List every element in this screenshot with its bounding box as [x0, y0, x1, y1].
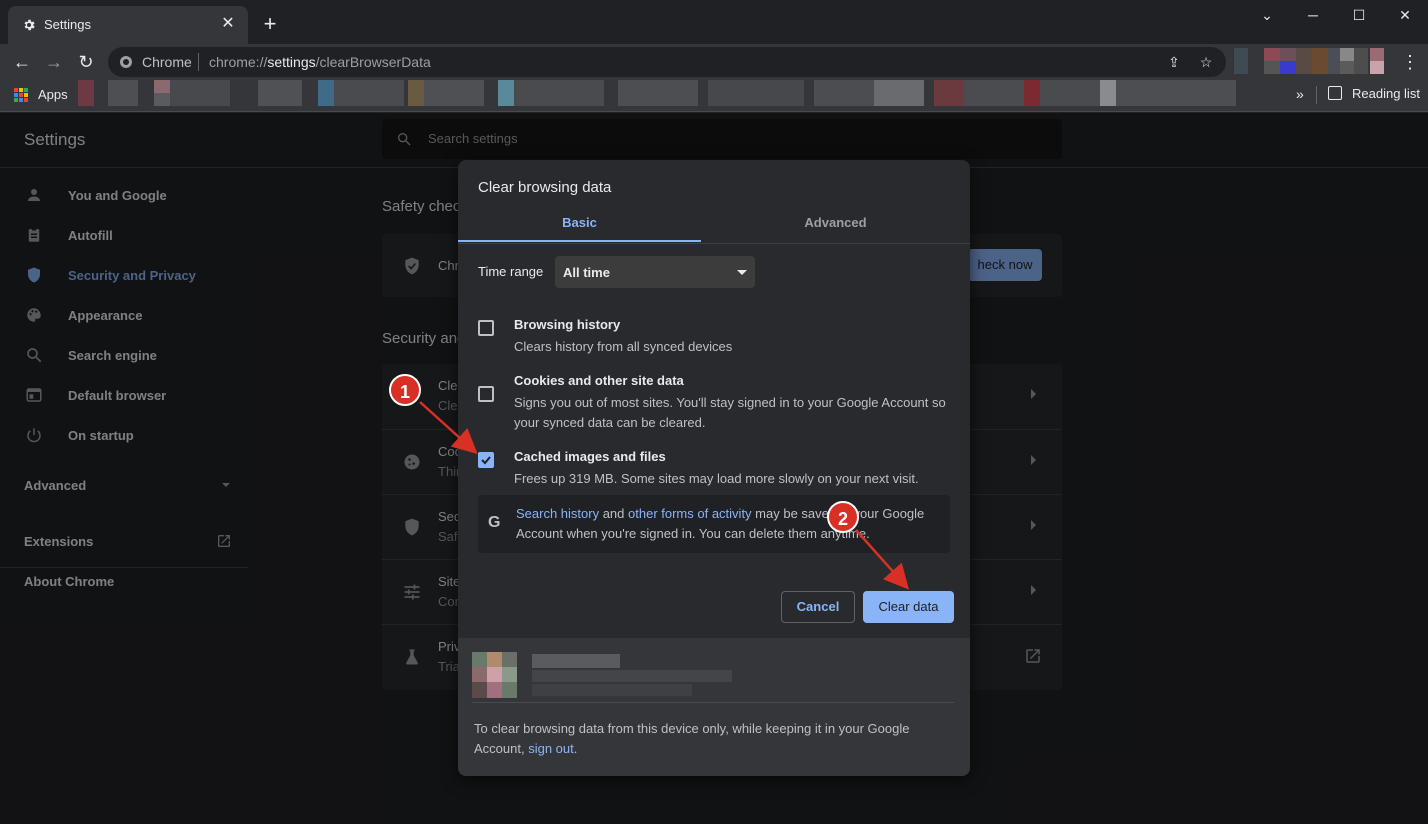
close-window-button[interactable]: ✕ — [1382, 0, 1428, 32]
bookmarks-bar: Apps » Reading list — [0, 80, 1428, 112]
gear-icon — [22, 18, 36, 32]
time-range-label: Time range — [478, 264, 543, 279]
search-history-link[interactable]: Search history — [516, 506, 599, 521]
option-cookies[interactable]: Cookies and other site data Signs you ou… — [478, 373, 958, 437]
menu-kebab-icon[interactable]: ⋮ — [1398, 48, 1422, 76]
tab-settings[interactable]: Settings ✕ — [8, 6, 248, 44]
tab-divider — [458, 243, 970, 244]
toolbar: ← → ↻ Chrome chrome://settings/clearBrow… — [0, 44, 1428, 80]
cached-images-checkbox[interactable] — [478, 452, 494, 468]
extensions-blurred — [1234, 48, 1384, 74]
footer-note: To clear browsing data from this device … — [474, 719, 944, 759]
tab-title: Settings — [44, 17, 91, 32]
reload-button[interactable]: ↻ — [72, 48, 100, 76]
annotation-badge-1: 1 — [389, 374, 421, 406]
checkmark-icon — [480, 454, 492, 466]
url-text: chrome://settings/clearBrowserData — [209, 54, 431, 70]
cookies-checkbox[interactable] — [478, 386, 494, 402]
omnibox-separator — [198, 53, 199, 71]
apps-grid-icon — [14, 88, 28, 102]
forward-button[interactable]: → — [40, 48, 68, 76]
tab-close-icon[interactable]: ✕ — [218, 14, 238, 34]
account-divider — [472, 702, 954, 703]
annotation-badge-2: 2 — [827, 501, 859, 533]
tab-search-icon[interactable]: ⌄ — [1244, 0, 1290, 32]
chrome-icon — [120, 56, 132, 68]
browsing-history-checkbox[interactable] — [478, 320, 494, 336]
tab-strip: Settings ✕ + ⌄ ─ ☐ ✕ — [0, 0, 1428, 44]
sign-out-link[interactable]: sign out — [528, 741, 574, 756]
google-g-icon: G — [488, 514, 500, 532]
back-button[interactable]: ← — [8, 48, 36, 76]
cancel-button[interactable]: Cancel — [781, 591, 855, 623]
account-section: To clear browsing data from this device … — [458, 638, 970, 776]
new-tab-button[interactable]: + — [258, 13, 282, 37]
info-text: Search history and other forms of activi… — [516, 504, 936, 544]
reading-list-icon — [1328, 86, 1342, 100]
account-blurred — [472, 652, 742, 698]
clear-data-button[interactable]: Clear data — [863, 591, 954, 623]
tab-advanced[interactable]: Advanced — [714, 215, 957, 230]
bookmarks-overflow-icon[interactable]: » — [1296, 86, 1304, 102]
time-range-select[interactable]: All time — [555, 256, 755, 288]
star-icon[interactable]: ☆ — [1196, 52, 1216, 72]
other-activity-link[interactable]: other forms of activity — [628, 506, 752, 521]
option-cached-images[interactable]: Cached images and files Frees up 319 MB.… — [478, 449, 958, 497]
tab-basic[interactable]: Basic — [458, 215, 701, 230]
option-browsing-history[interactable]: Browsing history Clears history from all… — [478, 317, 958, 365]
dropdown-arrow-icon — [737, 270, 747, 275]
bookmarks-divider — [1316, 86, 1317, 104]
maximize-button[interactable]: ☐ — [1336, 0, 1382, 32]
dialog-title: Clear browsing data — [478, 179, 611, 196]
google-account-info: G Search history and other forms of acti… — [478, 495, 950, 553]
clear-browsing-data-dialog: Clear browsing data Basic Advanced Time … — [458, 160, 970, 776]
share-icon[interactable]: ⇪ — [1164, 52, 1184, 72]
browser-window: Settings ✕ + ⌄ ─ ☐ ✕ ← → ↻ Chrome chrome… — [0, 0, 1428, 824]
minimize-button[interactable]: ─ — [1290, 0, 1336, 32]
address-bar[interactable]: Chrome chrome://settings/clearBrowserDat… — [108, 47, 1226, 77]
bookmarks-blurred — [78, 80, 1236, 106]
site-label: Chrome — [142, 54, 192, 70]
active-tab-indicator — [458, 240, 701, 242]
